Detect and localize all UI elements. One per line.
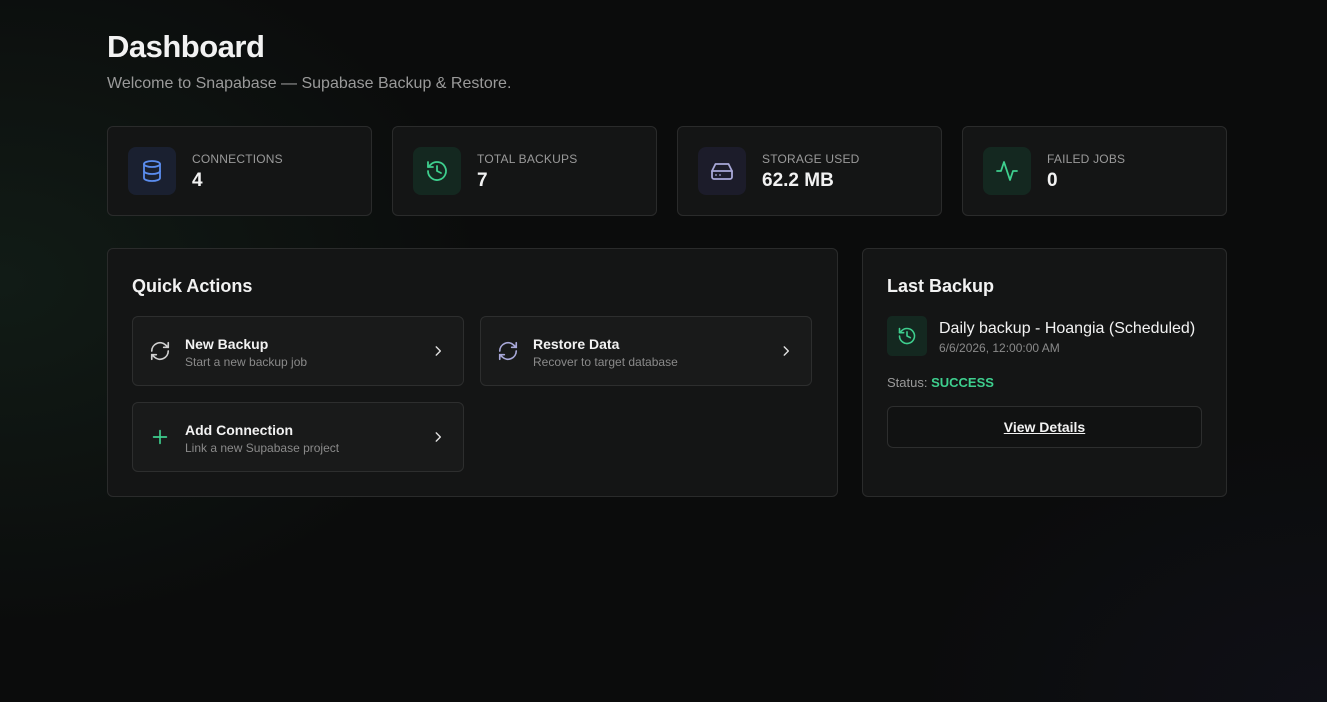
last-backup-date: 6/6/2026, 12:00:00 AM (939, 341, 1060, 355)
stat-card-storage-used: STORAGE USED 62.2 MB (677, 126, 942, 216)
last-backup-title: Last Backup (887, 276, 995, 296)
refresh-icon (150, 341, 170, 361)
quick-actions-panel: Quick Actions New Backup Start a new bac… (107, 248, 838, 497)
last-backup-name: Daily backup - Hoangia (Scheduled) (939, 320, 1196, 337)
stat-value: 0 (1047, 170, 1058, 191)
new-backup-button[interactable]: New Backup Start a new backup job (132, 316, 464, 386)
chevron-right-icon (435, 432, 442, 442)
chevron-right-icon (783, 346, 790, 356)
stat-card-connections: CONNECTIONS 4 (107, 126, 372, 216)
refresh-icon (498, 341, 518, 361)
chevron-right-icon (435, 346, 442, 356)
stat-value: 7 (477, 170, 488, 191)
stat-label: TOTAL BACKUPS (477, 152, 578, 166)
last-backup-panel: Last Backup Daily backup - Hoangia (Sche… (862, 248, 1227, 497)
action-desc: Start a new backup job (185, 355, 308, 369)
stat-card-total-backups: TOTAL BACKUPS 7 (392, 126, 657, 216)
history-icon (413, 147, 461, 195)
action-title: Restore Data (533, 336, 620, 352)
page-title: Dashboard (107, 29, 265, 64)
database-icon (128, 147, 176, 195)
status-badge: SUCCESS (931, 375, 994, 390)
quick-actions-title: Quick Actions (132, 276, 253, 296)
action-desc: Link a new Supabase project (185, 441, 340, 455)
restore-data-button[interactable]: Restore Data Recover to target database (480, 316, 812, 386)
last-backup-status: Status: SUCCESS (887, 375, 994, 390)
stat-card-failed-jobs: FAILED JOBS 0 (962, 126, 1227, 216)
status-label: Status: (887, 375, 928, 390)
action-title: New Backup (185, 336, 269, 352)
plus-icon (152, 429, 168, 445)
activity-icon (983, 147, 1031, 195)
stat-value: 62.2 MB (762, 170, 834, 191)
add-connection-button[interactable]: Add Connection Link a new Supabase proje… (132, 402, 464, 472)
history-icon (887, 316, 927, 356)
stat-label: CONNECTIONS (192, 152, 283, 166)
view-details-button[interactable]: View Details (887, 406, 1202, 448)
action-desc: Recover to target database (533, 355, 678, 369)
stat-value: 4 (192, 170, 203, 191)
action-title: Add Connection (185, 422, 294, 438)
hard-drive-icon (698, 147, 746, 195)
stat-label: FAILED JOBS (1047, 152, 1126, 166)
page-subtitle: Welcome to Snapabase — Supabase Backup &… (107, 75, 512, 92)
stats-row: CONNECTIONS 4 TOTAL BACKUPS 7 STORAGE US… (107, 126, 1227, 216)
stat-label: STORAGE USED (762, 152, 860, 166)
